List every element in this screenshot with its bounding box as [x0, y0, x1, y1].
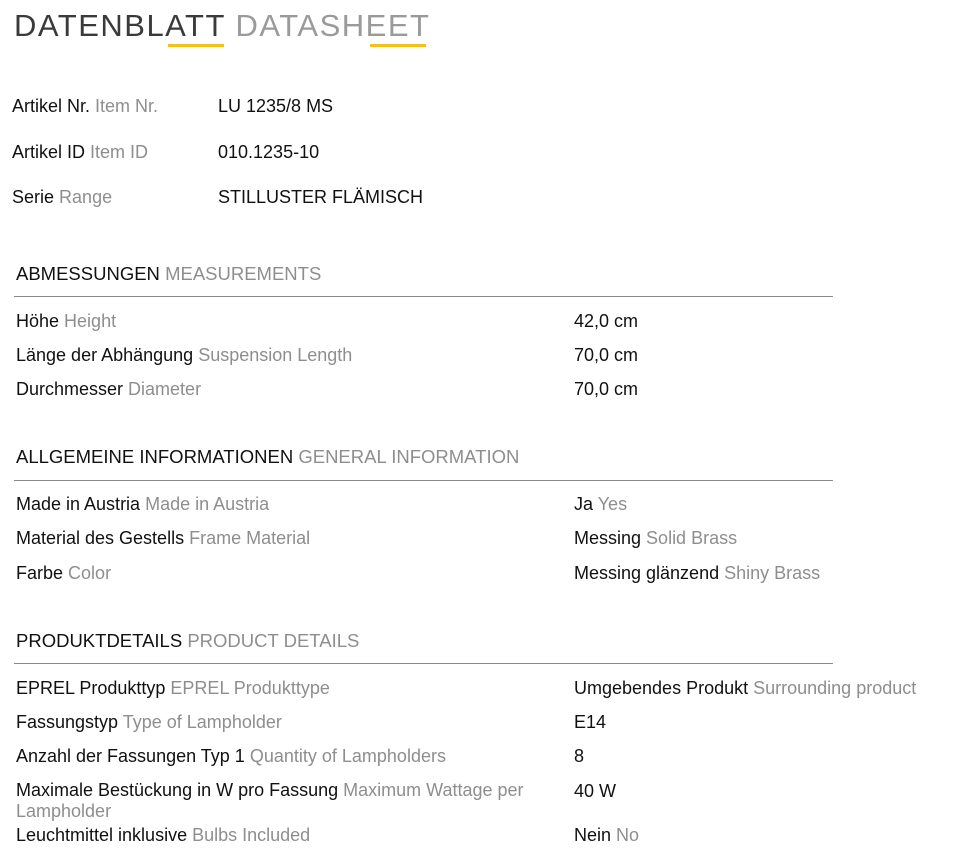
spec-value-lampholder-quantity: 8 — [574, 745, 584, 767]
spec-label-de: Anzahl der Fassungen Typ 1 — [16, 746, 245, 766]
range-label-en: Range — [59, 187, 113, 207]
spec-value-height: 42,0 cm — [574, 310, 638, 332]
spec-value-en: No — [616, 825, 640, 845]
spec-value-color: Messing glänzend Shiny Brass — [574, 562, 820, 584]
section-heading-en: PRODUCT DETAILS — [187, 630, 360, 651]
spec-label-de: Höhe — [16, 311, 60, 331]
spec-row-lampholder-quantity: Anzahl der Fassungen Typ 1 Quantity of L… — [16, 745, 446, 767]
spec-value-de: Messing — [574, 528, 642, 548]
spec-label-en: Type of Lampholder — [122, 712, 282, 732]
title-accent-underline-de — [168, 44, 224, 47]
spec-value-en: Surrounding product — [753, 678, 917, 698]
spec-label-en: EPREL Produkttype — [170, 678, 330, 698]
spec-value-max-wattage: 40 W — [574, 780, 616, 802]
spec-label-de: Leuchtmittel inklusive — [16, 825, 188, 845]
spec-label-de: Farbe — [16, 563, 64, 583]
spec-row-max-wattage: Maximale Bestückung in W pro Fassung Max… — [16, 780, 556, 822]
spec-label-de: Durchmesser — [16, 379, 124, 399]
spec-value-en: Solid Brass — [646, 528, 738, 548]
item-nr-value: LU 1235/8 MS — [218, 96, 334, 116]
spec-value-en: Yes — [597, 494, 628, 514]
section-heading-product-details: PRODUKTDETAILS PRODUCT DETAILS — [16, 630, 359, 652]
section-heading-measurements: ABMESSUNGEN MEASUREMENTS — [16, 263, 321, 285]
section-heading-de: PRODUKTDETAILS — [16, 630, 183, 651]
spec-value-en: Shiny Brass — [724, 563, 821, 583]
section-divider — [14, 296, 833, 297]
spec-value-bulbs-included: Nein No — [574, 824, 639, 846]
spec-value-suspension-length: 70,0 cm — [574, 344, 638, 366]
section-divider — [14, 663, 833, 664]
spec-value-de: Umgebendes Produkt — [574, 678, 749, 698]
spec-value-made-in-austria: Ja Yes — [574, 493, 627, 515]
spec-label-en: Height — [64, 311, 117, 331]
spec-value-de: Nein — [574, 825, 612, 845]
spec-value-de: 70,0 cm — [574, 379, 639, 399]
spec-label-en: Quantity of Lampholders — [249, 746, 446, 766]
item-id-row: Artikel ID Item ID — [12, 141, 148, 163]
spec-row-lampholder-type: Fassungstyp Type of Lampholder — [16, 711, 282, 733]
section-heading-en: GENERAL INFORMATION — [298, 446, 520, 467]
spec-label-en: Bulbs Included — [192, 825, 311, 845]
datasheet-title: DATENBLATT DATASHEET — [14, 8, 430, 44]
item-nr-row: Artikel Nr. Item Nr. — [12, 95, 158, 117]
spec-label-en: Made in Austria — [145, 494, 270, 514]
title-accent-underline-en — [370, 44, 426, 47]
range-label-de: Serie — [12, 187, 55, 207]
item-id-value: 010.1235-10 — [218, 142, 320, 162]
title-en: DATASHEET — [235, 8, 431, 43]
spec-value-de: 70,0 cm — [574, 345, 639, 365]
spec-value-de: Messing glänzend — [574, 563, 720, 583]
range-row: Serie Range — [12, 186, 112, 208]
spec-value-de: 40 W — [574, 781, 617, 801]
spec-row-frame-material: Material des Gestells Frame Material — [16, 527, 310, 549]
spec-label-en: Color — [68, 563, 112, 583]
item-id-label-de: Artikel ID — [12, 142, 86, 162]
spec-label-de: Material des Gestells — [16, 528, 185, 548]
item-nr-label-en: Item Nr. — [95, 96, 159, 116]
item-nr-label-de: Artikel Nr. — [12, 96, 91, 116]
spec-row-eprel-product-type: EPREL Produkttyp EPREL Produkttype — [16, 677, 330, 699]
spec-label-de: Made in Austria — [16, 494, 141, 514]
section-divider — [14, 480, 833, 481]
spec-label-en: Diameter — [128, 379, 202, 399]
spec-row-bulbs-included: Leuchtmittel inklusive Bulbs Included — [16, 824, 310, 846]
spec-label-de: Maximale Bestückung in W pro Fassung — [16, 780, 339, 800]
spec-value-de: Ja — [574, 494, 594, 514]
section-heading-en: MEASUREMENTS — [165, 263, 322, 284]
spec-row-suspension-length: Länge der Abhängung Suspension Length — [16, 344, 352, 366]
spec-label-de: EPREL Produkttyp — [16, 678, 166, 698]
spec-value-de: E14 — [574, 712, 607, 732]
title-de: DATENBLATT — [14, 8, 226, 43]
spec-label-en: Suspension Length — [198, 345, 353, 365]
spec-label-de: Fassungstyp — [16, 712, 119, 732]
spec-row-diameter: Durchmesser Diameter — [16, 378, 201, 400]
spec-row-made-in-austria: Made in Austria Made in Austria — [16, 493, 269, 515]
section-heading-de: ALLGEMEINE INFORMATIONEN — [16, 446, 294, 467]
spec-value-eprel-product-type: Umgebendes Produkt Surrounding product — [574, 677, 916, 699]
range-value: STILLUSTER FLÄMISCH — [218, 187, 424, 207]
spec-value-de: 8 — [574, 746, 585, 766]
spec-value-de: 42,0 cm — [574, 311, 639, 331]
spec-value-diameter: 70,0 cm — [574, 378, 638, 400]
spec-row-height: Höhe Height — [16, 310, 116, 332]
spec-value-frame-material: Messing Solid Brass — [574, 527, 737, 549]
spec-value-lampholder-type: E14 — [574, 711, 606, 733]
spec-row-color: Farbe Color — [16, 562, 111, 584]
spec-label-en: Frame Material — [189, 528, 311, 548]
item-id-label-en: Item ID — [90, 142, 149, 162]
spec-label-de: Länge der Abhängung — [16, 345, 194, 365]
section-heading-general-information: ALLGEMEINE INFORMATIONEN GENERAL INFORMA… — [16, 446, 519, 468]
section-heading-de: ABMESSUNGEN — [16, 263, 160, 284]
